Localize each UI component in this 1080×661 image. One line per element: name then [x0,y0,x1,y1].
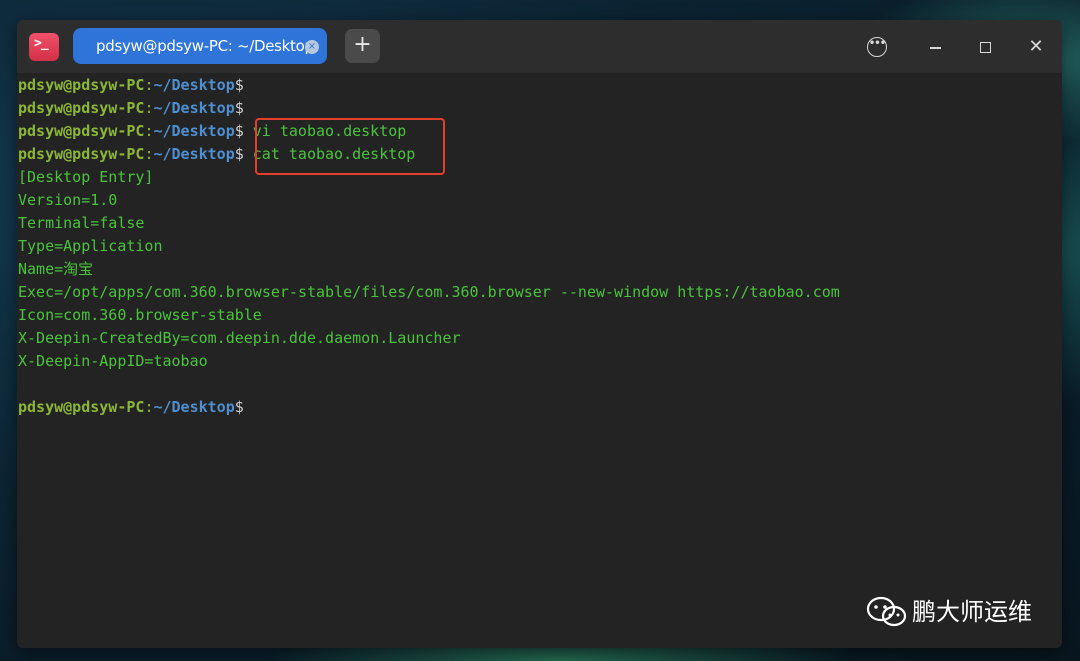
prompt-user: pdsyw@pdsyw-PC [18,145,145,163]
prompt-user: pdsyw@pdsyw-PC [18,99,145,117]
wechat-icon [866,596,907,627]
prompt-path: ~/Desktop [153,99,235,117]
prompt-dollar: $ [234,398,244,416]
prompt-line: pdsyw@pdsyw-PC:~/Desktop$ [18,97,244,120]
prompt-user: pdsyw@pdsyw-PC [18,76,145,94]
prompt-user: pdsyw@pdsyw-PC [18,122,145,140]
close-icon[interactable]: ✕ [1023,34,1049,60]
prompt-dollar: $ [234,145,244,163]
prompt-dollar: $ [234,99,244,117]
prompt-path: ~/Desktop [153,398,235,416]
output-line: Icon=com.360.browser-stable [18,306,262,324]
terminal-window: >_ pdsyw@pdsyw-PC: ~/Desktop × + ••• ✕ p… [17,20,1062,648]
prompt-path: ~/Desktop [153,76,235,94]
prompt-line: pdsyw@pdsyw-PC:~/Desktop$ [18,396,244,419]
tab-title: pdsyw@pdsyw-PC: ~/Desktop [96,37,314,55]
tab-close-icon[interactable]: × [305,40,319,54]
prompt-line: pdsyw@pdsyw-PC:~/Desktop$ [18,74,244,97]
title-bar[interactable]: >_ pdsyw@pdsyw-PC: ~/Desktop × + ••• ✕ [17,20,1062,73]
maximize-icon[interactable] [972,34,998,60]
prompt-dollar: $ [234,122,244,140]
watermark-text: 鹏大师运维 [912,598,1032,626]
output-line: Name=淘宝 [18,260,94,278]
terminal-output-area[interactable]: pdsyw@pdsyw-PC:~/Desktop$ pdsyw@pdsyw-PC… [17,73,1062,648]
output-line: [Desktop Entry] [18,168,154,186]
output-line: X-Deepin-CreatedBy=com.deepin.dde.daemon… [18,329,461,347]
output-line: Exec=/opt/apps/com.360.browser-stable/fi… [18,283,840,301]
prompt-path: ~/Desktop [153,145,235,163]
tab-pdsyw-desktop[interactable]: pdsyw@pdsyw-PC: ~/Desktop × [73,28,327,64]
prompt-dollar: $ [234,76,244,94]
highlight-annotation-box [255,118,445,175]
output-line: X-Deepin-AppID=taobao [18,352,208,370]
new-tab-button[interactable]: + [345,29,380,63]
output-line: Version=1.0 [18,191,118,209]
terminal-app-icon[interactable]: >_ [29,33,59,61]
more-menu-icon[interactable]: ••• [867,37,887,57]
minimize-icon[interactable] [922,34,948,60]
prompt-path: ~/Desktop [153,122,235,140]
output-line: Terminal=false [18,214,145,232]
output-line: Type=Application [18,237,163,255]
prompt-user: pdsyw@pdsyw-PC [18,398,145,416]
